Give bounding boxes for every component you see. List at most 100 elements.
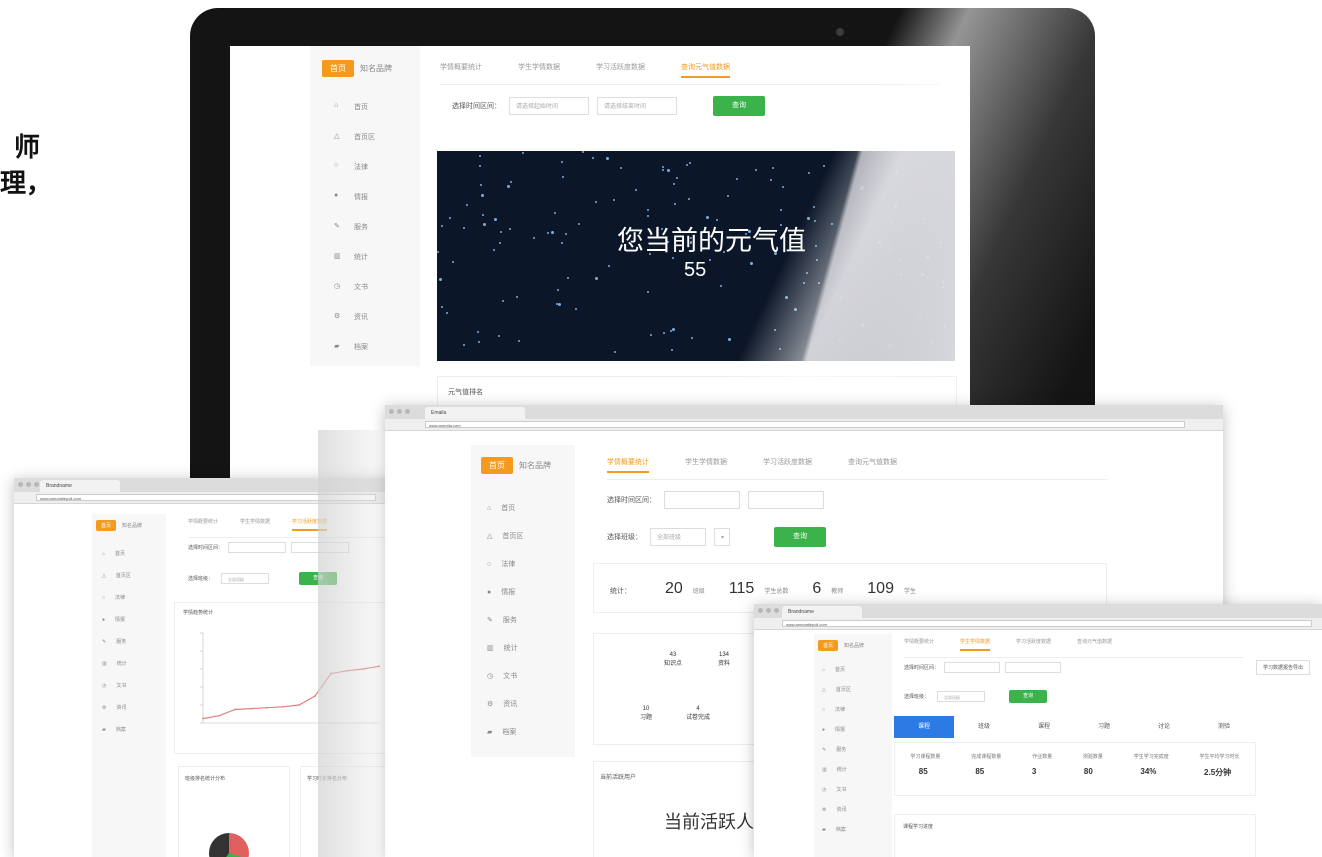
circle-icon: ○	[102, 594, 106, 601]
sidebar-item-news[interactable]: ⚙ 资讯	[822, 806, 847, 814]
zoom-dot-icon[interactable]	[405, 409, 410, 414]
sidebar-item-home[interactable]: ⌂ 首页	[822, 666, 845, 674]
brand-badge[interactable]: 首页	[322, 60, 354, 77]
tab-overview[interactable]: 学情概要统计	[440, 62, 482, 78]
sidebar-item-docs[interactable]: ◷ 文书	[487, 671, 517, 681]
browser-tab[interactable]: Emaila	[425, 407, 525, 419]
sidebar-item-news[interactable]: ⚙ 资讯	[102, 704, 127, 712]
tab-activity[interactable]: 学习活跃度数据	[1016, 638, 1051, 651]
tab-student-data[interactable]: 学生学情数据	[685, 457, 727, 473]
sidebar-item-stats[interactable]: ▥ 统计	[102, 660, 127, 668]
sidebar-item-service[interactable]: ✎ 服务	[102, 638, 126, 646]
query-button[interactable]: 查询	[1009, 690, 1048, 703]
minimize-dot-icon[interactable]	[26, 482, 31, 487]
sidebar-item-law[interactable]: ○ 法律	[102, 594, 125, 602]
query-button[interactable]: 查询	[774, 527, 826, 547]
sidebar-item-law[interactable]: ○ 法律	[487, 559, 515, 569]
subtab[interactable]: 习题	[1074, 716, 1134, 738]
url-field[interactable]: www.annotatiepoll.com	[782, 620, 1312, 627]
tab-student-data[interactable]: 学生学情数据	[240, 518, 270, 531]
sidebar-item-home[interactable]: ⌂ 首页	[334, 102, 368, 112]
tab-student-data[interactable]: 学生学情数据	[518, 62, 560, 78]
sidebar-item-stats[interactable]: ▥ 统计	[822, 766, 847, 774]
metric-label: 学生学习完成度	[1133, 754, 1169, 760]
start-date-input[interactable]	[228, 542, 287, 553]
brand-badge[interactable]: 首页	[818, 640, 839, 651]
tab-student-data[interactable]: 学生学情数据	[960, 638, 991, 651]
sidebar-item-law[interactable]: ○ 法律	[334, 162, 368, 172]
tab-energy[interactable]: 查询元气值数据	[848, 457, 897, 473]
sidebar-item-intel[interactable]: ● 情报	[822, 726, 845, 734]
end-date-input[interactable]	[1005, 662, 1062, 673]
sidebar-item-label: 资讯	[116, 705, 127, 711]
sidebar-item-archive[interactable]: ▰ 档案	[334, 342, 368, 352]
sidebar-item-service[interactable]: ✎ 服务	[334, 222, 368, 232]
start-date-input[interactable]	[664, 491, 740, 509]
start-date-input[interactable]: 请选择起始时间	[509, 97, 589, 115]
close-dot-icon[interactable]	[389, 409, 394, 414]
sidebar-item-zone[interactable]: △ 首页区	[102, 572, 131, 580]
start-date-input[interactable]	[944, 662, 1001, 673]
sidebar-item-intel[interactable]: ● 情报	[334, 192, 368, 202]
url-field[interactable]: www.annotta.com	[425, 421, 1185, 428]
end-date-input[interactable]: 请选择结束时间	[597, 97, 677, 115]
subtab[interactable]: 测验	[1194, 716, 1254, 738]
sidebar-item-docs[interactable]: ◷ 文书	[822, 786, 846, 794]
end-date-input[interactable]	[748, 491, 824, 509]
titlebar: Emaila	[385, 405, 1223, 419]
stat-value: 115	[728, 580, 755, 597]
sidebar-item-stats[interactable]: ▥ 统计	[487, 643, 518, 653]
sidebar-item-zone[interactable]: △ 首页区	[334, 132, 375, 142]
sidebar-item-home[interactable]: ⌂ 首页	[487, 503, 515, 513]
subtab[interactable]: 班级	[954, 716, 1014, 738]
minimize-dot-icon[interactable]	[397, 409, 402, 414]
class-select[interactable]: 全部班级	[937, 691, 986, 702]
tab-overview[interactable]: 学情概要统计	[607, 457, 649, 473]
sidebar-item-intel[interactable]: ● 情报	[102, 616, 125, 624]
sidebar-item-intel[interactable]: ● 情报	[487, 587, 515, 597]
sidebar-item-stats[interactable]: ▥ 统计	[334, 252, 368, 262]
brand-badge[interactable]: 首页	[481, 457, 513, 474]
mini-stat-label: 习题	[640, 715, 653, 721]
export-report-button[interactable]: 学习数据报告导出	[1255, 660, 1310, 675]
chevron-down-icon[interactable]: ▾	[714, 528, 730, 546]
sidebar-item-archive[interactable]: ▰ 档案	[822, 826, 846, 834]
sidebar-item-zone[interactable]: △ 首页区	[487, 531, 523, 541]
sidebar-item-docs[interactable]: ◷ 文书	[334, 282, 368, 292]
tab-energy[interactable]: 查询元气值数据	[681, 62, 730, 78]
sidebar-item-news[interactable]: ⚙ 资讯	[487, 699, 517, 709]
class-select[interactable]: 全部班级	[650, 528, 706, 546]
tab-overview[interactable]: 学情概要统计	[188, 518, 218, 531]
close-dot-icon[interactable]	[18, 482, 23, 487]
star	[635, 188, 638, 191]
tag-icon: ✎	[487, 617, 493, 624]
class-select[interactable]: 全部班级	[221, 573, 270, 584]
star	[441, 306, 444, 309]
sidebar-item-service[interactable]: ✎ 服务	[487, 615, 517, 625]
subtab[interactable]: 课程	[894, 716, 954, 738]
subtab[interactable]: 课程	[1014, 716, 1074, 738]
right-select-row: 选择班级： 全部班级 查询	[904, 690, 1048, 703]
sidebar-item-home[interactable]: ⌂ 首页	[102, 550, 125, 558]
close-dot-icon[interactable]	[758, 608, 763, 613]
tab-activity[interactable]: 学习活跃度数据	[596, 62, 645, 78]
browser-tab[interactable]: Brandname	[40, 480, 120, 492]
sidebar-item-news[interactable]: ⚙ 资讯	[334, 312, 368, 322]
minimize-dot-icon[interactable]	[766, 608, 771, 613]
sidebar-item-service[interactable]: ✎ 服务	[822, 746, 846, 754]
brand-badge[interactable]: 首页	[96, 520, 117, 531]
subtab[interactable]: 讨论	[1134, 716, 1194, 738]
tab-energy[interactable]: 查询元气值数据	[1077, 638, 1112, 651]
sidebar-item-archive[interactable]: ▰ 档案	[102, 726, 126, 734]
browser-tab[interactable]: Brandname	[782, 606, 862, 618]
sidebar-item-law[interactable]: ○ 法律	[822, 706, 845, 714]
sidebar-item-archive[interactable]: ▰ 档案	[487, 727, 516, 737]
tab-activity[interactable]: 学习活跃度数据	[763, 457, 812, 473]
sidebar-item-docs[interactable]: ◷ 文书	[102, 682, 126, 690]
zoom-dot-icon[interactable]	[774, 608, 779, 613]
query-button[interactable]: 查询	[713, 96, 765, 116]
tab-overview[interactable]: 学情概要统计	[904, 638, 934, 651]
zoom-dot-icon[interactable]	[34, 482, 39, 487]
star	[647, 290, 650, 293]
sidebar-item-zone[interactable]: △ 首页区	[822, 686, 851, 694]
